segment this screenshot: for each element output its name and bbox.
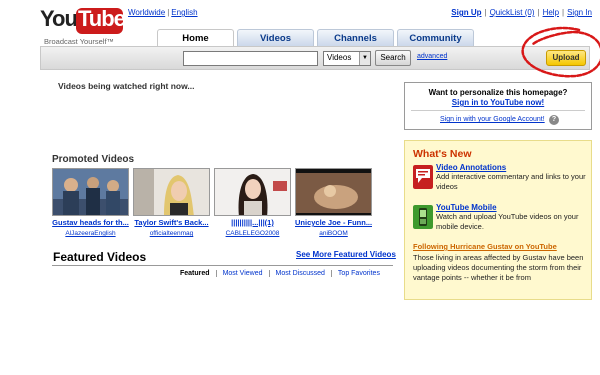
animation-thumbnail-image <box>296 169 371 215</box>
whats-new-text: Video Annotations Add interactive commen… <box>436 163 592 192</box>
category-value: Videos <box>327 53 352 62</box>
separator: | <box>484 8 487 17</box>
personalize-title: Want to personalize this homepage? <box>428 88 568 97</box>
advanced-search-link[interactable]: advanced <box>417 53 447 60</box>
tab-top-favorites[interactable]: Top Favorites <box>330 270 386 277</box>
tab-home[interactable]: Home <box>157 29 234 47</box>
category-select[interactable]: Videos ▼ <box>323 51 371 66</box>
promoted-videos-title: Promoted Videos <box>52 154 135 165</box>
video-thumbnail[interactable] <box>295 168 372 216</box>
search-input[interactable] <box>183 51 318 66</box>
promoted-video-title[interactable]: Unicycle Joe - Funn... <box>295 218 372 227</box>
whats-new-title: What's New <box>413 148 472 160</box>
promoted-video-item: ||||||||||...|||(1) CABLELEGO2008 <box>214 168 291 237</box>
youtube-mobile-link[interactable]: YouTube Mobile <box>436 203 592 212</box>
chevron-down-icon[interactable]: ▼ <box>359 52 370 65</box>
youtube-logo[interactable]: You Tube Broadcast Yourself™ <box>40 6 140 46</box>
video-thumbnail[interactable] <box>52 168 129 216</box>
news-thumbnail-image <box>53 169 128 215</box>
whats-new-text: YouTube Mobile Watch and upload YouTube … <box>436 203 592 232</box>
search-button[interactable]: Search <box>375 50 411 66</box>
divider <box>411 110 585 111</box>
watched-now-heading: Videos being watched right now... <box>58 81 195 91</box>
worldwide-link[interactable]: Worldwide <box>128 8 165 17</box>
promoted-video-user[interactable]: AlJazeeraEnglish <box>52 230 129 237</box>
whats-new-desc: Watch and upload YouTube videos on your … <box>436 212 579 231</box>
promoted-video-title[interactable]: Gustav heads for th... <box>52 218 129 227</box>
logo-tube: Tube <box>78 6 126 31</box>
tab-channels[interactable]: Channels <box>317 29 394 47</box>
help-link[interactable]: Help <box>543 8 559 17</box>
main-tabs: Home Videos Channels Community <box>157 29 474 47</box>
sign-up-link[interactable]: Sign Up <box>451 8 481 17</box>
header-links: Sign Up | QuickList (0) | Help | Sign In <box>451 8 592 17</box>
promoted-video-user[interactable]: officialteenmag <box>133 230 210 237</box>
hurricane-gustav-desc: Those living in areas affected by Gustav… <box>413 253 584 282</box>
promoted-video-item: Unicycle Joe - Funn... aniBOOM <box>295 168 372 237</box>
separator: | <box>537 8 540 17</box>
portrait-thumbnail-image <box>134 169 209 215</box>
see-more-featured-link[interactable]: See More Featured Videos <box>296 250 396 259</box>
upload-button[interactable]: Upload <box>546 50 586 66</box>
promoted-videos: Gustav heads for th... AlJazeeraEnglish … <box>52 168 372 237</box>
locale-links: Worldwide | English <box>128 8 198 17</box>
promoted-video-item: Gustav heads for th... AlJazeeraEnglish <box>52 168 129 237</box>
search-bar: Videos ▼ Search advanced Upload <box>40 46 590 70</box>
promoted-video-user[interactable]: CABLELEGO2008 <box>214 230 291 237</box>
sign-in-link[interactable]: Sign In <box>567 8 592 17</box>
separator: | <box>167 8 170 17</box>
sign-in-now-link[interactable]: Sign in to YouTube now! <box>405 98 591 107</box>
tab-most-viewed[interactable]: Most Viewed <box>215 270 269 277</box>
video-annotations-link[interactable]: Video Annotations <box>436 163 592 172</box>
woman-thumbnail-image <box>215 169 290 215</box>
divider <box>52 265 393 266</box>
whats-new-panel: What's New Video Annotations Add interac… <box>404 140 592 300</box>
promoted-video-user[interactable]: aniBOOM <box>295 230 372 237</box>
personalize-box: Want to personalize this homepage? Sign … <box>404 82 592 130</box>
separator: | <box>562 8 565 17</box>
english-link[interactable]: English <box>171 8 197 17</box>
promoted-video-item: Taylor Swift's Back... officialteenmag <box>133 168 210 237</box>
whats-new-desc: Add interactive commentary and links to … <box>436 172 586 191</box>
featured-tabs: Featured Most Viewed Most Discussed Top … <box>180 270 386 277</box>
video-thumbnail[interactable] <box>214 168 291 216</box>
hurricane-gustav-link[interactable]: Following Hurricane Gustav on YouTube <box>413 242 557 251</box>
logo-tagline: Broadcast Yourself™ <box>44 37 115 46</box>
google-sign-in-link[interactable]: Sign in with your Google Account! <box>440 116 545 123</box>
promoted-video-title[interactable]: ||||||||||...|||(1) <box>214 218 291 227</box>
help-icon[interactable]: ? <box>549 115 559 125</box>
mobile-phone-icon[interactable] <box>413 205 433 229</box>
logo-you: You <box>40 6 78 31</box>
tab-featured[interactable]: Featured <box>180 270 216 277</box>
promoted-video-title[interactable]: Taylor Swift's Back... <box>133 218 210 227</box>
featured-videos-title: Featured Videos <box>53 250 147 264</box>
video-annotations-icon[interactable] <box>413 165 433 189</box>
quicklist-link[interactable]: QuickList (0) <box>490 8 535 17</box>
tab-videos[interactable]: Videos <box>237 29 314 47</box>
tab-most-discussed[interactable]: Most Discussed <box>268 270 331 277</box>
video-thumbnail[interactable] <box>133 168 210 216</box>
tab-community[interactable]: Community <box>397 29 474 47</box>
